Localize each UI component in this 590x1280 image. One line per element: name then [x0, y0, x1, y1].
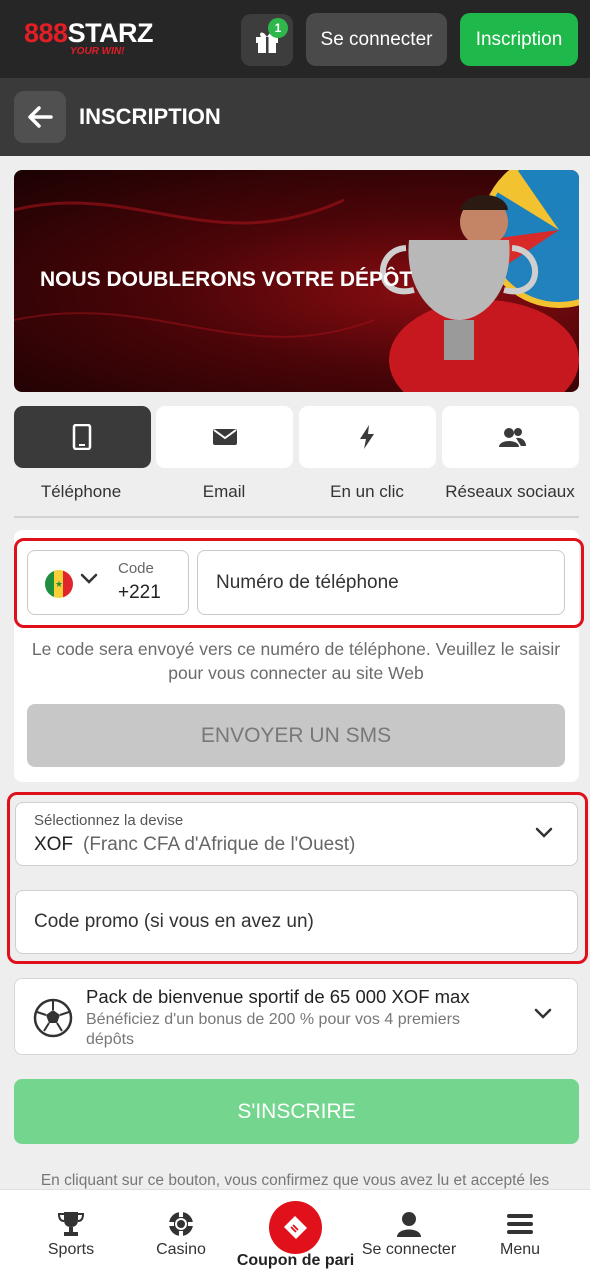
- country-code-value: +221: [118, 582, 161, 603]
- signup-button[interactable]: S'INSCRIRE: [14, 1079, 579, 1144]
- currency-code: XOF: [34, 834, 74, 855]
- bonus-title: Pack de bienvenue sportif de 65 000 XOF …: [86, 986, 470, 1007]
- lightning-icon: [360, 425, 374, 449]
- tab-one-click[interactable]: [299, 406, 436, 468]
- promo-banner[interactable]: NOUS DOUBLERONS VOTRE DÉPÔT: [14, 170, 579, 392]
- country-code-select[interactable]: ★ Code +221: [27, 550, 189, 615]
- trophy-icon: [57, 1212, 85, 1236]
- tab-label-social[interactable]: Réseaux sociaux: [437, 482, 583, 502]
- chevron-down-icon: [535, 827, 553, 838]
- phone-number-input[interactable]: [197, 550, 565, 615]
- nav-sports-label: Sports: [47, 1241, 95, 1258]
- tab-label-email[interactable]: Email: [151, 482, 297, 502]
- currency-label: Sélectionnez la devise: [34, 812, 184, 829]
- currency-name: (Franc CFA d'Afrique de l'Ouest): [83, 834, 356, 855]
- senegal-flag-icon: ★: [45, 570, 73, 598]
- ticket-icon: [284, 1216, 307, 1239]
- logo-tagline: YOUR WIN!: [70, 46, 125, 57]
- tab-phone[interactable]: [14, 406, 151, 468]
- country-code-label: Code: [118, 560, 154, 577]
- chevron-down-icon: [80, 573, 98, 584]
- nav-login[interactable]: Se connecter: [350, 1190, 468, 1280]
- brand-logo[interactable]: 888STARZ YOUR WIN!: [24, 18, 154, 60]
- sms-hint-text: Le code sera envoyé vers ce numéro de té…: [31, 639, 561, 683]
- logo-wordmark: 888STARZ: [24, 18, 154, 48]
- nav-coupon-label[interactable]: Coupon de pari: [230, 1252, 361, 1270]
- promo-code-input[interactable]: [15, 890, 578, 954]
- chevron-down-icon: [534, 1008, 552, 1019]
- welcome-bonus-select[interactable]: Pack de bienvenue sportif de 65 000 XOF …: [14, 978, 578, 1055]
- send-sms-button[interactable]: ENVOYER UN SMS: [27, 704, 565, 767]
- tab-email[interactable]: [156, 406, 293, 468]
- hamburger-menu-icon: [507, 1214, 533, 1234]
- user-icon: [397, 1212, 421, 1237]
- terms-text: En cliquant sur ce bouton, vous confirme…: [40, 1172, 550, 1189]
- gift-button[interactable]: 1: [241, 14, 293, 66]
- header-login-button[interactable]: Se connecter: [306, 13, 447, 66]
- banner-headline: NOUS DOUBLERONS VOTRE DÉPÔT: [40, 268, 413, 291]
- nav-sports[interactable]: Sports: [12, 1190, 130, 1280]
- envelope-icon: [213, 429, 237, 445]
- nav-menu-label: Menu: [499, 1241, 541, 1258]
- nav-menu[interactable]: Menu: [461, 1190, 579, 1280]
- header-register-button[interactable]: Inscription: [460, 13, 578, 66]
- notification-badge: 1: [268, 18, 288, 38]
- top-header: 888STARZ YOUR WIN! 1 Se connecter Inscri…: [0, 0, 590, 78]
- bet-coupon-button[interactable]: [269, 1201, 322, 1254]
- logo-prefix: 888: [24, 18, 68, 48]
- back-button[interactable]: [14, 91, 66, 143]
- tab-label-phone[interactable]: Téléphone: [8, 482, 154, 502]
- tabs-divider: [14, 516, 579, 518]
- casino-chip-icon: [169, 1212, 193, 1236]
- phone-icon: [72, 424, 92, 450]
- tab-label-one-click[interactable]: En un clic: [294, 482, 440, 502]
- page-title: INSCRIPTION: [79, 104, 221, 129]
- logo-text: STARZ: [67, 18, 154, 48]
- users-icon: [499, 428, 526, 447]
- nav-login-label: Se connecter: [361, 1241, 457, 1258]
- soccer-ball-icon: [33, 998, 73, 1038]
- tab-social[interactable]: [442, 406, 579, 468]
- arrow-left-icon: [28, 106, 53, 128]
- currency-select[interactable]: Sélectionnez la devise XOF (Franc CFA d'…: [15, 802, 578, 866]
- nav-casino[interactable]: Casino: [122, 1190, 240, 1280]
- page-header: INSCRIPTION: [0, 78, 590, 156]
- nav-casino-label: Casino: [156, 1241, 206, 1258]
- bonus-description: Bénéficiez d'un bonus de 200 % pour vos …: [86, 1011, 460, 1048]
